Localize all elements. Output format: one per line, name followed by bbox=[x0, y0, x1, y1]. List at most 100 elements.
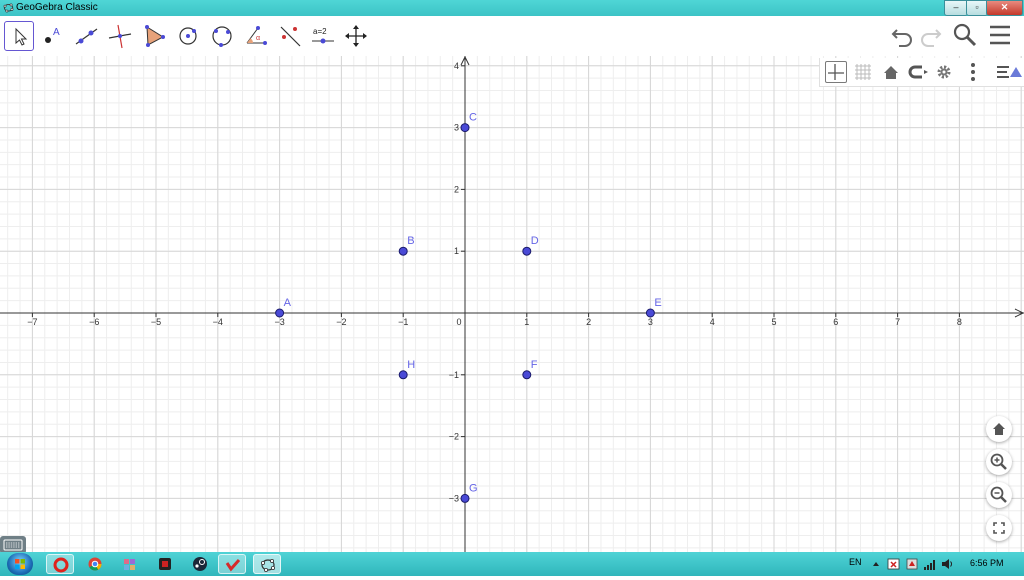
volume-icon[interactable] bbox=[940, 557, 954, 571]
circle-three-points-tool-button[interactable] bbox=[207, 21, 237, 51]
show-hidden-icons-icon[interactable] bbox=[871, 559, 881, 569]
point-f[interactable] bbox=[522, 370, 532, 380]
zoom-in-icon bbox=[990, 453, 1007, 470]
point-c[interactable] bbox=[460, 123, 470, 133]
language-indicator[interactable]: EN bbox=[849, 557, 862, 567]
tray-app-icon[interactable] bbox=[905, 557, 919, 571]
move-view-tool-button[interactable] bbox=[341, 21, 371, 51]
angle-icon: α bbox=[246, 26, 267, 45]
app-red-icon bbox=[225, 559, 241, 572]
point-label-d: D bbox=[531, 235, 539, 247]
more-options-button[interactable] bbox=[962, 61, 984, 83]
taskbar-geogebra[interactable] bbox=[253, 554, 281, 574]
x-tick-label: 2 bbox=[586, 317, 591, 327]
cursor-arrow-icon bbox=[15, 27, 28, 46]
point-capturing-button[interactable] bbox=[907, 61, 929, 83]
move-arrows-icon bbox=[345, 25, 367, 47]
geogebra-app-icon bbox=[3, 3, 14, 13]
point-label-h: H bbox=[407, 359, 415, 371]
menu-icon[interactable] bbox=[987, 22, 1013, 48]
title-bar: GeoGebra Classic – ▫ ✕ bbox=[0, 0, 1024, 16]
clock-time[interactable]: 6:56 PM bbox=[970, 558, 1004, 568]
move-tool-button[interactable] bbox=[4, 21, 34, 51]
x-tick-label: −3 bbox=[274, 317, 284, 327]
taskbar-media[interactable] bbox=[151, 554, 179, 574]
close-button[interactable]: ✕ bbox=[986, 0, 1023, 16]
x-tick-label: −2 bbox=[336, 317, 346, 327]
point-d[interactable] bbox=[522, 246, 532, 256]
point-label-c: C bbox=[469, 112, 477, 124]
home-icon bbox=[993, 423, 1005, 435]
x-tick-label: 4 bbox=[710, 317, 715, 327]
reflect-tool-button[interactable] bbox=[275, 21, 305, 51]
x-tick-label: −5 bbox=[151, 317, 161, 327]
zoom-standard-view-button[interactable] bbox=[986, 416, 1012, 442]
point-h[interactable] bbox=[398, 370, 408, 380]
point-b[interactable] bbox=[398, 246, 408, 256]
search-icon[interactable] bbox=[952, 22, 978, 48]
x-tick-label: 3 bbox=[648, 317, 653, 327]
media-icon bbox=[159, 558, 171, 570]
point-capturing-icon bbox=[908, 65, 928, 79]
more-icon bbox=[971, 63, 975, 81]
grid-toggle-button[interactable] bbox=[852, 61, 874, 83]
line-tool-button[interactable] bbox=[71, 21, 101, 51]
y-tick-label: 2 bbox=[454, 184, 459, 194]
line-icon bbox=[75, 28, 98, 45]
fullscreen-icon bbox=[993, 522, 1005, 534]
taskbar-chrome[interactable] bbox=[81, 554, 109, 574]
x-tick-label: 1 bbox=[524, 317, 529, 327]
toolbar: A α a=2 bbox=[0, 16, 1024, 56]
redo-icon[interactable] bbox=[918, 22, 944, 48]
fullscreen-button[interactable] bbox=[986, 515, 1012, 541]
x-tick-label: 8 bbox=[957, 317, 962, 327]
settings-button[interactable] bbox=[933, 61, 955, 83]
slider-tool-button[interactable]: a=2 bbox=[308, 21, 338, 51]
zoom-in-button[interactable] bbox=[986, 449, 1012, 475]
slider-icon: a=2 bbox=[312, 27, 334, 44]
taskbar-opera[interactable] bbox=[46, 554, 74, 574]
opera-icon bbox=[53, 557, 69, 573]
undo-icon[interactable] bbox=[889, 22, 915, 48]
taskbar-app[interactable] bbox=[116, 554, 144, 574]
point-g[interactable] bbox=[460, 493, 470, 503]
perpendicular-line-tool-button[interactable] bbox=[105, 21, 135, 51]
graphics-style-bar bbox=[819, 58, 1024, 87]
restore-button[interactable]: ▫ bbox=[966, 0, 988, 16]
polygon-tool-button[interactable] bbox=[139, 21, 169, 51]
start-button[interactable] bbox=[7, 553, 33, 575]
angle-tool-button[interactable]: α bbox=[241, 21, 271, 51]
taskbar-app-red[interactable] bbox=[218, 554, 246, 574]
chrome-icon bbox=[88, 557, 102, 571]
point-icon: A bbox=[45, 27, 60, 43]
minimize-button[interactable]: – bbox=[944, 0, 968, 16]
standard-view-icon bbox=[884, 66, 898, 79]
point-a[interactable] bbox=[275, 308, 285, 318]
circle-center-icon bbox=[179, 27, 197, 45]
y-tick-label: −1 bbox=[449, 370, 459, 380]
x-tick-label: −7 bbox=[27, 317, 37, 327]
slider-tool-label: a=2 bbox=[313, 27, 327, 36]
taskbar-steam[interactable] bbox=[186, 554, 214, 574]
windows-logo-icon bbox=[15, 559, 25, 569]
y-tick-label: −3 bbox=[449, 493, 459, 503]
network-icon[interactable] bbox=[923, 557, 937, 571]
x-tick-label: 6 bbox=[833, 317, 838, 327]
svg-text:α: α bbox=[256, 35, 260, 42]
gear-icon bbox=[937, 65, 951, 79]
graphics-view[interactable]: −7 −6 −5 −4 −3 −2 −1 0 1 2 3 4 5 6 7 8 4 3 2 1 −1 −2 −3 A B C D E F G… bbox=[0, 56, 1024, 552]
x-tick-label: −4 bbox=[213, 317, 223, 327]
y-tick-label: 1 bbox=[454, 246, 459, 256]
circle-center-tool-button[interactable] bbox=[173, 21, 203, 51]
point-e[interactable] bbox=[645, 308, 655, 318]
axes-toggle-button[interactable] bbox=[825, 61, 847, 83]
standard-view-button[interactable] bbox=[880, 61, 902, 83]
y-tick-label: −2 bbox=[449, 432, 459, 442]
zoom-out-button[interactable] bbox=[986, 482, 1012, 508]
action-center-icon[interactable] bbox=[887, 557, 901, 571]
svg-text:A: A bbox=[53, 27, 60, 38]
point-tool-button[interactable]: A bbox=[38, 21, 68, 51]
toggle-style-bar-button[interactable] bbox=[995, 61, 1023, 83]
reflect-line-icon bbox=[280, 26, 301, 47]
coordinate-plane[interactable]: −7 −6 −5 −4 −3 −2 −1 0 1 2 3 4 5 6 7 84321−1−2−3ABCDEFG… bbox=[0, 56, 1024, 552]
